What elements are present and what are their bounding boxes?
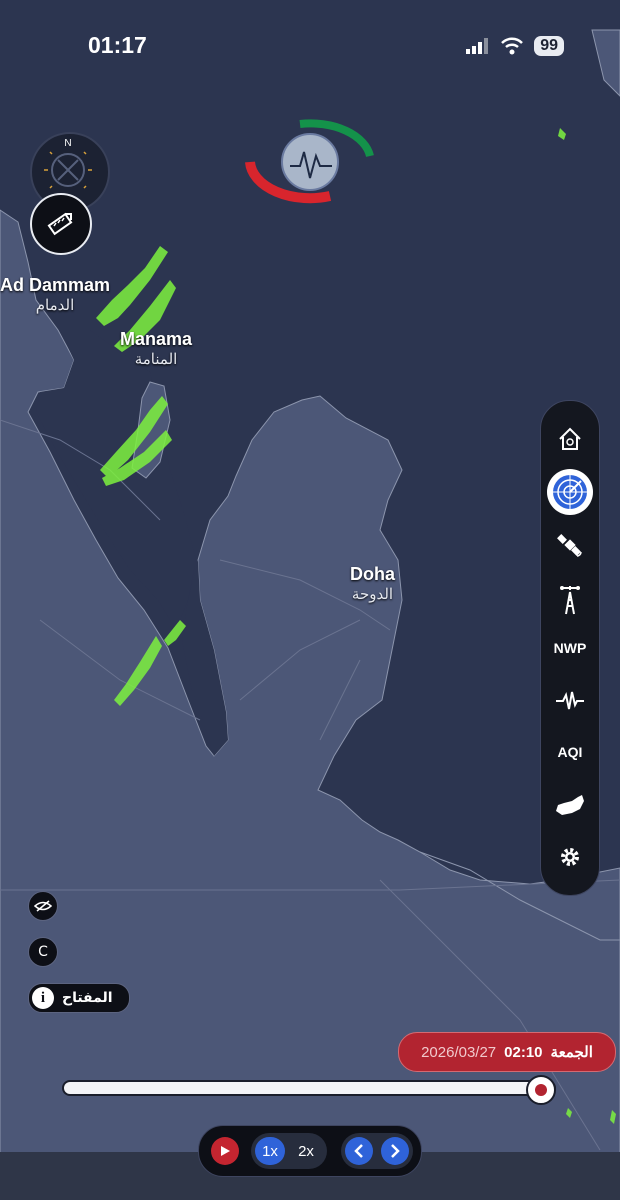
play-icon [221,1146,230,1156]
battery-indicator: 99 [534,36,564,56]
radar-icon [553,475,587,509]
compass-north-label: N [64,138,71,149]
frame-navigation [341,1133,413,1169]
previous-frame-button[interactable] [345,1137,373,1165]
info-icon: i [32,987,54,1009]
signal-bars-icon [466,38,489,54]
radar-map-screen: 01:17 99 Ad Dammam الدمام Manama المنامة… [0,0,620,1200]
wifi-icon [501,37,524,55]
speed-selector: 1x 2x [251,1133,327,1169]
chevron-right-icon [391,1144,400,1158]
seismic-button[interactable] [541,681,599,721]
nwp-button[interactable]: NWP [541,628,599,668]
copyright-button[interactable]: C [28,937,58,967]
home-icon [559,427,581,450]
copyright-label: C [38,944,48,960]
gear-icon [561,848,579,866]
seismic-wave-icon [556,691,584,710]
timestamp-date: 2026/03/27 [421,1043,497,1061]
visibility-toggle-button[interactable] [28,891,58,921]
uae-map-icon [556,795,584,815]
timestamp-time: 02:10 [504,1043,543,1061]
city-name-en: Manama [120,329,193,349]
playback-controls: 1x 2x [198,1125,422,1177]
legend-label: المفتاح [62,990,113,1006]
timestamp-day: الجمعة [550,1044,593,1061]
status-time: 01:17 [88,32,147,58]
play-button[interactable] [211,1137,239,1165]
city-name-en: Doha [350,564,395,584]
weather-tower-icon [560,586,580,615]
eye-off-icon [34,900,52,912]
city-label-dammam: Ad Dammam الدمام [0,275,110,314]
satellite-button[interactable] [541,525,599,565]
settings-button[interactable] [541,837,599,877]
weather-station-button[interactable] [541,579,599,619]
radar-button[interactable] [547,469,593,515]
city-label-manama: Manama المنامة [120,329,192,368]
next-frame-button[interactable] [381,1137,409,1165]
status-icons: 99 [466,36,564,56]
speed-2x-button[interactable]: 2x [291,1137,321,1165]
home-button[interactable] [541,419,599,459]
timestamp-badge: 2026/03/27 02:10 الجمعة [398,1032,616,1072]
timeline-slider-track[interactable] [64,1082,554,1094]
speed-1x-button[interactable]: 1x [255,1137,285,1165]
city-name-ar: الدوحة [351,586,394,603]
city-name-ar: الدمام [35,297,75,314]
ruler-icon [47,212,73,236]
chevron-left-icon [354,1144,363,1158]
city-name-en: Ad Dammam [0,275,111,295]
legend-button[interactable]: i المفتاح [28,983,130,1013]
satellite-icon [557,534,582,557]
uae-map-button[interactable] [541,785,599,825]
city-name-ar: المنامة [134,351,178,368]
city-label-doha: Doha الدوحة [350,564,395,603]
layer-toolbar: NWP AQI [540,400,600,896]
aqi-button[interactable]: AQI [541,732,599,772]
measure-button[interactable] [30,193,92,255]
